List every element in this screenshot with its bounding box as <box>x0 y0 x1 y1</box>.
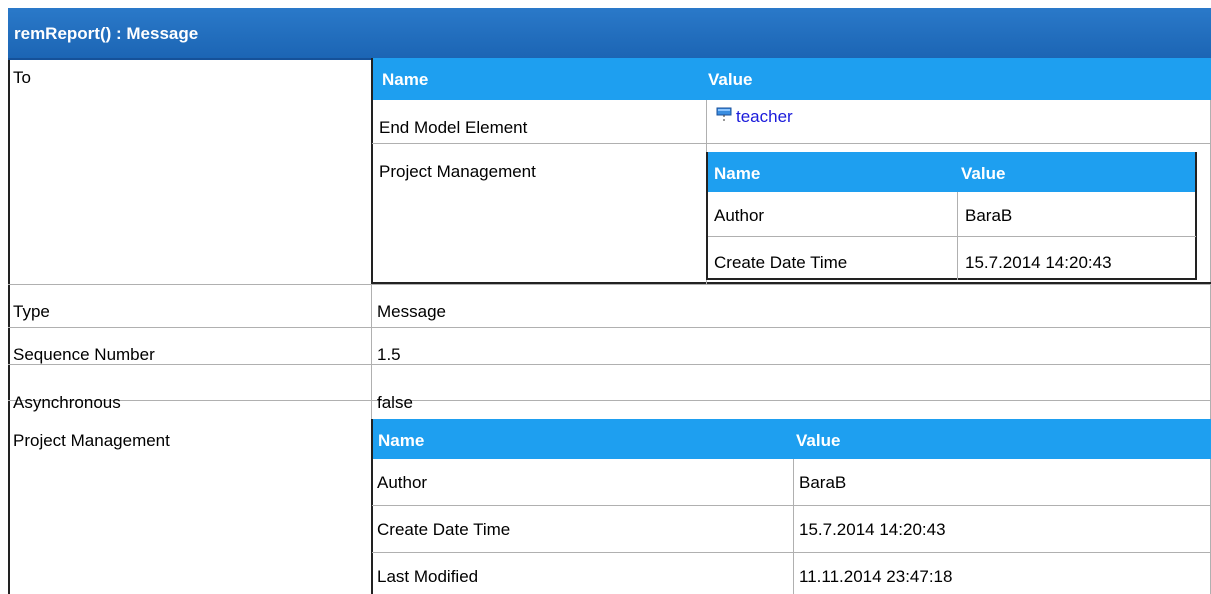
to-header-value: Value <box>708 70 753 89</box>
pm-author-label: Author <box>377 473 428 492</box>
to-pm-author-label: Author <box>714 206 765 225</box>
to-project-management-label: Project Management <box>379 162 536 181</box>
to-pm-row-divider <box>708 236 1196 237</box>
to-header-name: Name <box>382 70 429 89</box>
pm-author-value: BaraB <box>799 473 847 492</box>
to-pm-create-label: Create Date Time <box>714 253 848 272</box>
to-table-header: Name Value <box>372 58 1211 100</box>
to-table-bottom-border <box>371 282 1211 284</box>
to-table-left-border <box>371 58 373 284</box>
pm-header-name: Name <box>378 431 425 450</box>
table-title: remReport() : Message <box>8 8 1211 60</box>
end-model-element-link[interactable]: teacher <box>736 107 793 127</box>
pm-create-value: 15.7.2014 14:20:43 <box>799 520 946 539</box>
pm-table-row-divider <box>372 505 1211 506</box>
to-pm-bottom-border <box>706 278 1197 280</box>
to-pm-table-header: Name Value <box>708 152 1197 192</box>
row-label-sequence-number: Sequence Number <box>13 345 155 364</box>
pm-header-value: Value <box>796 431 841 450</box>
pm-table-col-divider <box>793 459 794 594</box>
to-pm-header-value: Value <box>961 164 1006 183</box>
pm-table-row-divider <box>372 552 1211 553</box>
row-label-to: To <box>13 68 31 87</box>
pm-table-left-border <box>371 419 373 594</box>
to-pm-create-value: 15.7.2014 14:20:43 <box>965 253 1112 272</box>
row-label-type: Type <box>13 302 50 321</box>
row-divider <box>8 400 1211 401</box>
row-label-asynchronous: Asynchronous <box>13 393 121 412</box>
row-value-sequence-number: 1.5 <box>377 345 401 364</box>
row-label-project-management: Project Management <box>13 431 170 450</box>
pm-create-label: Create Date Time <box>377 520 511 539</box>
pm-table-header: Name Value <box>372 419 1211 459</box>
end-model-element-label: End Model Element <box>379 118 528 137</box>
row-divider <box>8 327 1211 328</box>
to-pm-author-value: BaraB <box>965 206 1013 225</box>
to-pm-header-name: Name <box>714 164 761 183</box>
lifeline-icon <box>716 107 732 123</box>
to-pm-right-border <box>1195 152 1197 280</box>
pm-modified-value: 11.11.2014 23:47:18 <box>799 567 953 586</box>
pm-modified-label: Last Modified <box>377 567 479 586</box>
to-table-row-divider <box>372 143 1211 144</box>
row-divider <box>8 364 1211 365</box>
row-value-type: Message <box>377 302 446 321</box>
row-divider <box>8 284 1211 285</box>
row-value-asynchronous: false <box>377 393 413 412</box>
to-pm-left-border <box>706 152 708 280</box>
